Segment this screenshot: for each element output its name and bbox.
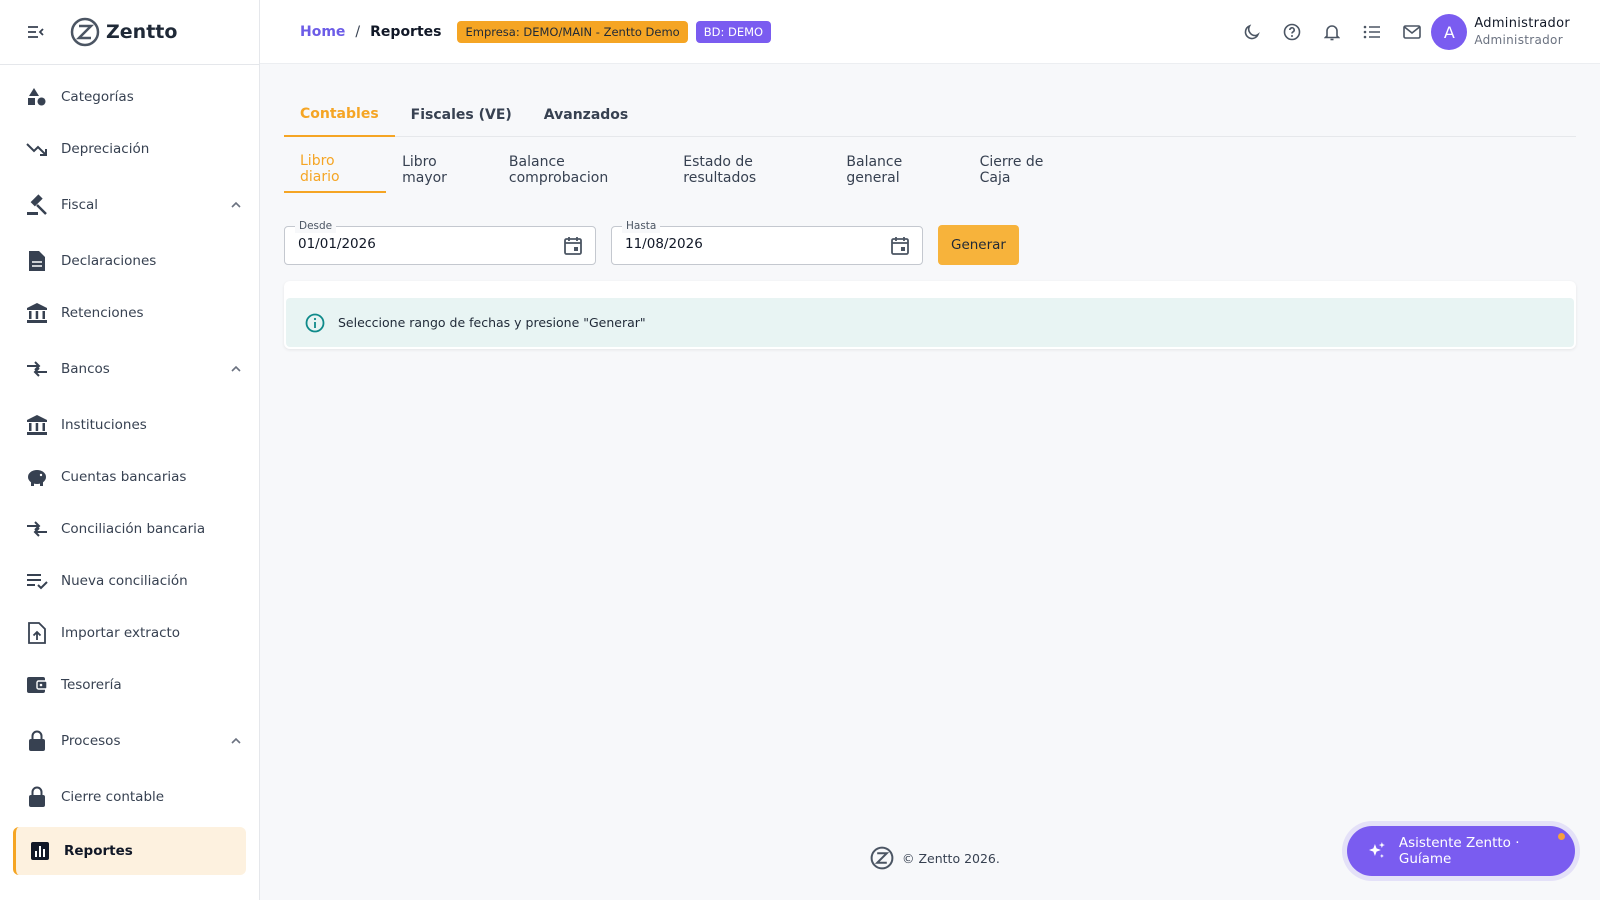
tab-estado-resultados[interactable]: Estado de resultados xyxy=(667,147,830,193)
calendar-icon[interactable] xyxy=(561,234,585,258)
sidebar-item-declaraciones[interactable]: Declaraciones xyxy=(0,235,259,287)
sidebar-group-bancos[interactable]: Bancos xyxy=(0,339,259,399)
brand-bar: Zentto xyxy=(0,0,259,65)
tab-balance-comprobacion[interactable]: Balance comprobacion xyxy=(493,147,667,193)
bank-icon xyxy=(25,413,49,437)
bank-icon xyxy=(25,301,49,325)
hasta-date-field: Hasta xyxy=(611,219,923,265)
avatar[interactable]: A xyxy=(1431,14,1468,50)
sidebar-item-depreciacion[interactable]: Depreciación xyxy=(0,123,259,175)
chevron-up-icon[interactable] xyxy=(229,734,243,748)
user-role: Administrador xyxy=(1474,33,1563,47)
tab-libro-mayor[interactable]: Libro mayor xyxy=(386,147,493,193)
tab-fiscales[interactable]: Fiscales (VE) xyxy=(395,92,528,137)
desde-date-field: Desde xyxy=(284,219,596,265)
tab-libro-diario[interactable]: Libro diario xyxy=(284,147,387,193)
user-menu[interactable]: A Administrador Administrador xyxy=(1431,14,1570,50)
info-icon xyxy=(305,313,325,332)
report-type-tabs: Libro diario Libro mayor Balance comprob… xyxy=(284,147,1084,193)
hasta-input[interactable] xyxy=(625,236,865,252)
mail-icon[interactable] xyxy=(1402,20,1422,44)
bar-chart-icon xyxy=(28,839,52,863)
shapes-icon xyxy=(25,85,49,109)
top-header: Home / Reportes Empresa: DEMO/MAIN - Zen… xyxy=(260,0,1600,64)
breadcrumb: Home / Reportes xyxy=(300,24,441,40)
sidebar-item-importar-extracto[interactable]: Importar extracto xyxy=(0,607,259,659)
sidebar-item-categorias[interactable]: Categorías xyxy=(0,71,259,123)
document-icon xyxy=(25,249,49,273)
tab-cierre-caja[interactable]: Cierre de Caja xyxy=(964,147,1084,193)
gavel-icon xyxy=(25,193,49,217)
footer: © Zentto 2026. xyxy=(870,846,1000,870)
user-name: Administrador xyxy=(1474,16,1570,31)
assistant-label: Asistente Zentto · Guíame xyxy=(1398,835,1520,867)
generate-button[interactable]: Generar xyxy=(938,225,1019,265)
lock-icon xyxy=(25,729,49,753)
wallet-icon xyxy=(25,673,49,697)
assistant-button[interactable]: Asistente Zentto · Guíame xyxy=(1347,826,1575,876)
sidebar-item-tesoreria[interactable]: Tesorería xyxy=(0,659,259,711)
bell-icon[interactable] xyxy=(1322,20,1342,44)
breadcrumb-separator: / xyxy=(355,23,361,40)
info-alert: Seleccione rango de fechas y presione "G… xyxy=(286,298,1574,347)
zentto-logo-icon xyxy=(870,846,894,870)
user-info: Administrador Administrador xyxy=(1474,15,1570,49)
empresa-badge: Empresa: DEMO/MAIN - Zentto Demo xyxy=(457,20,688,43)
info-alert-text: Seleccione rango de fechas y presione "G… xyxy=(338,315,646,330)
sidebar: Zentto Categorías Depreciación Fiscal De… xyxy=(0,0,260,900)
lock-icon xyxy=(25,785,49,809)
breadcrumb-current: Reportes xyxy=(370,23,442,40)
sidebar-item-cierre-contable[interactable]: Cierre contable xyxy=(0,771,259,823)
tab-avanzados[interactable]: Avanzados xyxy=(528,92,644,137)
tab-balance-general[interactable]: Balance general xyxy=(830,147,963,193)
desde-label: Desde xyxy=(295,219,337,233)
menu-collapse-icon[interactable] xyxy=(26,22,46,42)
help-icon[interactable] xyxy=(1282,20,1302,44)
desde-input[interactable] xyxy=(298,236,538,252)
tab-contables[interactable]: Contables xyxy=(284,92,395,137)
sparkle-icon xyxy=(1368,842,1385,858)
sidebar-group-fiscal[interactable]: Fiscal xyxy=(0,175,259,235)
sidebar-nav: Categorías Depreciación Fiscal Declaraci… xyxy=(0,65,259,875)
playlist-check-icon xyxy=(25,569,49,593)
database-badge: BD: DEMO xyxy=(695,20,772,43)
piggy-bank-icon xyxy=(25,465,49,489)
chevron-up-icon[interactable] xyxy=(229,362,243,376)
sidebar-item-cuentas-bancarias[interactable]: Cuentas bancarias xyxy=(0,451,259,503)
breadcrumb-home-link[interactable]: Home xyxy=(300,24,345,40)
sidebar-item-instituciones[interactable]: Instituciones xyxy=(0,399,259,451)
sidebar-item-nueva-conciliacion[interactable]: Nueva conciliación xyxy=(0,555,259,607)
zentto-logo-icon xyxy=(70,17,100,47)
list-icon[interactable] xyxy=(1362,20,1382,44)
sidebar-item-reportes[interactable]: Reportes xyxy=(13,827,246,875)
trending-down-icon xyxy=(25,137,49,161)
chevron-up-icon[interactable] xyxy=(229,198,243,212)
notification-dot xyxy=(1558,833,1565,840)
file-upload-icon xyxy=(25,621,49,645)
swap-icon xyxy=(25,357,49,381)
report-category-tabs: Contables Fiscales (VE) Avanzados xyxy=(284,92,1576,137)
swap-icon xyxy=(25,517,49,541)
hasta-label: Hasta xyxy=(622,219,661,233)
footer-copyright: © Zentto 2026. xyxy=(902,850,1000,866)
report-panel: Seleccione rango de fechas y presione "G… xyxy=(284,281,1576,349)
sidebar-item-retenciones[interactable]: Retenciones xyxy=(0,287,259,339)
calendar-icon[interactable] xyxy=(888,234,912,258)
sidebar-group-procesos[interactable]: Procesos xyxy=(0,711,259,771)
header-actions xyxy=(1242,20,1422,44)
brand-name: Zentto xyxy=(106,21,178,43)
sidebar-item-conciliacion-bancaria[interactable]: Conciliación bancaria xyxy=(0,503,259,555)
moon-icon[interactable] xyxy=(1242,20,1262,44)
